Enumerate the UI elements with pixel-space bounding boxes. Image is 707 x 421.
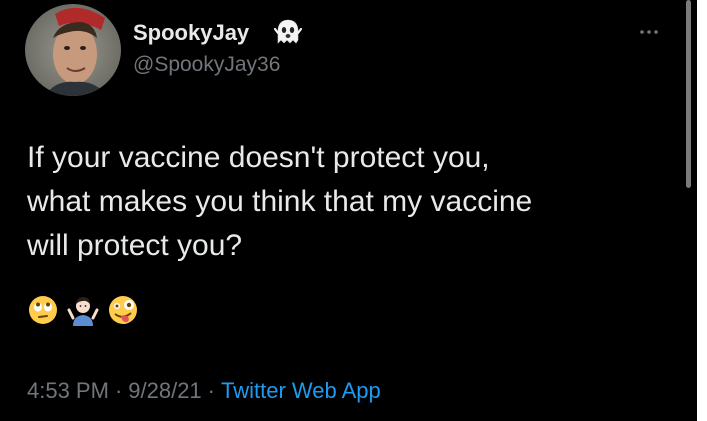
- tweet-metadata: 4:53 PM · 9/28/21 · Twitter Web App: [27, 376, 381, 406]
- meta-separator: ·: [114, 378, 123, 403]
- display-name[interactable]: SpookyJay: [133, 19, 249, 47]
- ghost-icon: [273, 17, 303, 47]
- face-with-rolling-eyes-icon: [27, 294, 59, 326]
- tweet: SpookyJay @SpookyJay36 If your vaccine d…: [0, 0, 697, 421]
- tweet-source-link[interactable]: Twitter Web App: [221, 378, 381, 403]
- scrollbar-thumb[interactable]: [686, 0, 691, 188]
- tweet-text-line: what makes you think that my vaccine: [27, 185, 533, 218]
- avatar-photo: [25, 4, 121, 96]
- tweet-text-line: will protect you?: [27, 229, 243, 262]
- tweet-text-line: If your vaccine doesn't protect you,: [27, 141, 490, 174]
- more-horizontal-icon: [640, 30, 658, 34]
- more-options-button[interactable]: [634, 24, 664, 40]
- user-handle[interactable]: @SpookyJay36: [133, 51, 280, 79]
- avatar[interactable]: [25, 4, 121, 96]
- person-shrugging-icon: [67, 294, 99, 326]
- side-panel-edge: [697, 0, 707, 421]
- zany-face-icon: [107, 294, 139, 326]
- tweet-date[interactable]: 9/28/21: [128, 378, 201, 403]
- meta-separator: ·: [207, 378, 215, 403]
- emoji-row: [27, 294, 139, 332]
- tweet-text: If your vaccine doesn't protect you, wha…: [27, 136, 687, 268]
- tweet-time[interactable]: 4:53 PM: [27, 378, 109, 403]
